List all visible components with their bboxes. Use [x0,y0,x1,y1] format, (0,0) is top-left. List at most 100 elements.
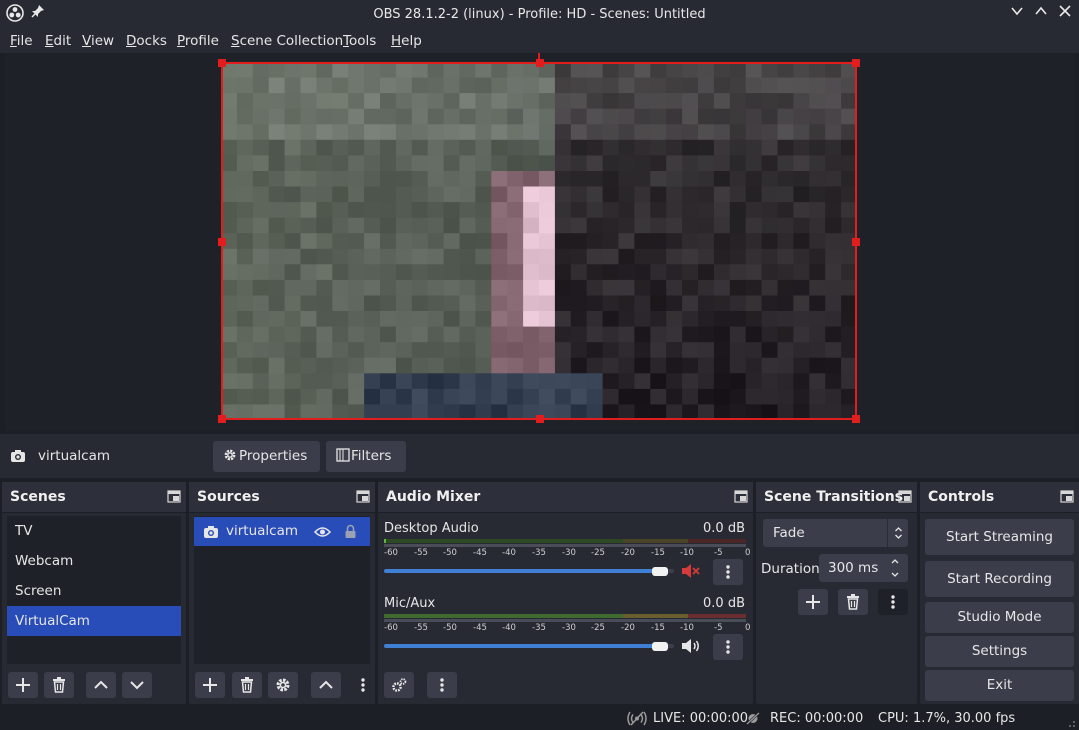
more-options-icon[interactable] [357,675,369,695]
tick-label: -60 [384,623,398,633]
menu-view[interactable]: View [82,33,114,49]
minimize-icon[interactable] [1007,4,1027,24]
tick-label: -30 [562,623,576,633]
status-bar: LIVE: 00:00:00 REC: 00:00:00 CPU: 1.7%, … [0,706,1079,730]
volume-slider-knob[interactable] [652,567,668,576]
menu-tools[interactable]: Tools [343,33,376,49]
duration-spinbox[interactable]: 300 ms [819,554,908,582]
maximize-icon[interactable] [1031,4,1051,24]
volume-meter-mic-aux [384,614,746,618]
meter-peak-desktop-audio [384,539,386,543]
eye-icon[interactable] [314,526,331,538]
filters-button[interactable]: Filters [326,441,406,472]
advanced-audio-properties-button[interactable] [384,672,414,698]
spin-down-icon[interactable] [890,570,900,579]
remove-source-button[interactable] [232,672,262,698]
add-source-button[interactable] [195,672,225,698]
tick-label: -30 [562,548,576,558]
menu-profile[interactable]: Profile [177,33,219,49]
start-streaming-button[interactable]: Start Streaming [925,519,1074,555]
menu-bar: File Edit View Docks Profile Scene Colle… [0,29,1079,53]
chevron-up-icon [319,680,333,689]
volume-slider-knob[interactable] [652,642,668,651]
channel-name-desktop-audio: Desktop Audio [384,521,479,536]
scenes-dock: Scenes TV Webcam Screen VirtualCam [2,482,186,704]
tick-label: -25 [591,548,605,558]
rotation-handle[interactable] [538,53,540,62]
scene-item-tv[interactable]: TV [7,516,181,546]
remove-scene-button[interactable] [44,672,74,698]
add-scene-button[interactable] [8,672,38,698]
float-dock-icon[interactable] [1060,490,1074,503]
tick-label: -40 [502,623,516,633]
desktop-audio-menu-button[interactable] [713,559,743,585]
audio-mixer-menu-button[interactable] [427,672,457,698]
transition-select-value: Fade [773,525,805,541]
volume-slider-desktop-audio[interactable] [384,567,674,576]
tick-label: -5 [714,623,723,633]
webcam-image [221,62,857,420]
scene-transitions-title: Scene Transitions [764,489,904,505]
move-source-up-button[interactable] [311,672,341,698]
resize-grip-icon[interactable] [1064,716,1076,728]
scene-item-virtualcam[interactable]: VirtualCam [7,606,181,636]
close-icon[interactable] [1055,4,1075,24]
menu-edit[interactable]: Edit [45,33,71,49]
menu-help[interactable]: Help [391,33,422,49]
filters-label: Filters [351,448,392,464]
tick-label: -25 [591,623,605,633]
float-dock-icon[interactable] [898,490,912,503]
more-options-icon [726,640,730,654]
menu-file[interactable]: File [10,33,33,49]
start-recording-button[interactable]: Start Recording [925,561,1074,597]
menu-docks[interactable]: Docks [126,33,167,49]
settings-button[interactable]: Settings [925,636,1074,667]
controls-dock-header: Controls [920,482,1079,513]
float-dock-icon[interactable] [167,490,181,503]
move-scene-down-button[interactable] [122,672,152,698]
more-options-icon [891,595,895,609]
sources-dock-header: Sources [189,482,375,513]
controls-title: Controls [928,489,995,505]
tick-label: -45 [473,548,487,558]
move-scene-up-button[interactable] [86,672,116,698]
live-broadcast-off-icon [627,711,647,726]
scene-item-screen[interactable]: Screen [7,576,181,606]
sources-list[interactable]: virtualcam [194,516,370,664]
plus-icon [203,678,217,692]
lock-icon[interactable] [344,524,357,539]
source-item-virtualcam[interactable]: virtualcam [194,517,370,546]
chevron-up-icon [94,680,108,689]
controls-dock: Controls Start Streaming Start Recording… [920,482,1079,704]
properties-button[interactable]: Properties [213,441,320,472]
trash-icon [53,677,65,693]
scenes-list[interactable]: TV Webcam Screen VirtualCam [7,516,181,664]
live-time: LIVE: 00:00:00 [653,711,749,726]
menu-scene-collection[interactable]: Scene Collection [231,33,343,49]
tick-label: -60 [384,548,398,558]
add-transition-button[interactable] [798,589,828,615]
scene-item-webcam[interactable]: Webcam [7,546,181,576]
muted-speaker-icon[interactable] [681,563,701,579]
remove-transition-button[interactable] [838,589,868,615]
more-options-icon [726,565,730,579]
audio-mixer-dock-header: Audio Mixer [378,482,753,513]
volume-slider-mic-aux[interactable] [384,642,674,651]
float-dock-icon[interactable] [734,490,748,503]
speaker-icon[interactable] [681,638,701,654]
tick-label: -10 [680,623,694,633]
studio-mode-button[interactable]: Studio Mode [925,602,1074,633]
more-options-icon [440,678,444,692]
tick-label: -45 [473,623,487,633]
transition-properties-button[interactable] [878,589,908,615]
tick-label: -15 [651,548,665,558]
spin-up-icon[interactable] [890,557,900,566]
mic-aux-menu-button[interactable] [713,634,743,660]
float-dock-icon[interactable] [356,490,370,503]
exit-button[interactable]: Exit [925,670,1074,701]
source-properties-button[interactable] [268,672,298,698]
select-divider [887,519,888,547]
video-frame[interactable] [221,62,857,420]
transition-select[interactable]: Fade [763,519,908,547]
select-arrows-icon [895,527,902,539]
